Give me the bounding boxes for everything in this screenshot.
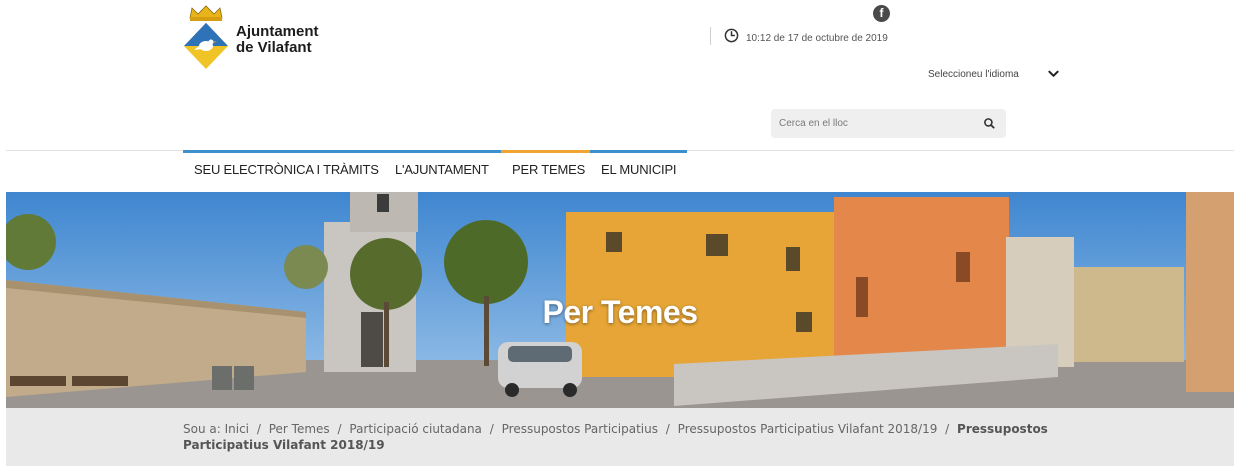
breadcrumb-link[interactable]: Participació ciutadana [349,422,482,436]
nav-accent-bar [183,150,384,153]
hero-banner: Per Temes [6,192,1234,408]
breadcrumb-link[interactable]: Pressupostos Participatius Vilafant 2018… [678,422,938,436]
clock-icon [724,28,739,43]
breadcrumb-link[interactable]: Pressupostos Participatius [502,422,658,436]
search-input[interactable] [779,114,974,133]
nav-item-label: L'AJUNTAMENT [395,162,489,177]
language-selector-label: Seleccioneu l'idioma [928,69,1019,80]
breadcrumb-separator: / [337,422,342,436]
current-datetime: 10:12 de 17 de octubre de 2019 [746,33,888,44]
nav-item-el-municipi[interactable]: EL MUNICIPI [590,150,687,192]
logo-text: Ajuntament de Vilafant [236,24,319,56]
breadcrumb-separator: / [256,422,261,436]
nav-accent-bar [590,150,687,153]
hero-title: Per Temes [542,294,699,330]
breadcrumb-bar: Sou a: Inici / Per Temes / Participació … [6,408,1234,466]
search-box [771,109,1006,138]
breadcrumb-separator: / [665,422,670,436]
chevron-down-icon [1048,70,1059,77]
main-nav: SEU ELECTRÒNICA I TRÀMITS L'AJUNTAMENT P… [183,150,687,192]
breadcrumb: Sou a: Inici / Per Temes / Participació … [183,421,1053,453]
facebook-icon[interactable]: f [873,5,890,22]
nav-item-seu-electronica[interactable]: SEU ELECTRÒNICA I TRÀMITS [183,150,384,192]
search-icon[interactable] [983,117,996,130]
logo-line-2: de Vilafant [236,39,312,56]
nav-item-per-temes[interactable]: PER TEMES [501,150,590,192]
logo-line-1: Ajuntament [236,23,319,40]
breadcrumb-separator: / [489,422,494,436]
site-logo[interactable]: Ajuntament de Vilafant [180,4,340,74]
breadcrumb-prefix: Sou a: [183,422,221,436]
breadcrumb-link[interactable]: Inici [225,422,249,436]
breadcrumb-separator: / [945,422,950,436]
nav-item-ajuntament[interactable]: L'AJUNTAMENT [384,150,501,192]
nav-accent-bar [384,150,501,153]
nav-item-label: PER TEMES [512,162,586,177]
coat-of-arms-icon [184,5,228,69]
language-selector[interactable]: Seleccioneu l'idioma [928,66,1063,84]
nav-accent-bar [501,150,590,153]
breadcrumb-link[interactable]: Per Temes [269,422,330,436]
nav-item-label: SEU ELECTRÒNICA I TRÀMITS [194,162,379,177]
nav-item-label: EL MUNICIPI [601,162,677,177]
header-divider [710,27,711,45]
